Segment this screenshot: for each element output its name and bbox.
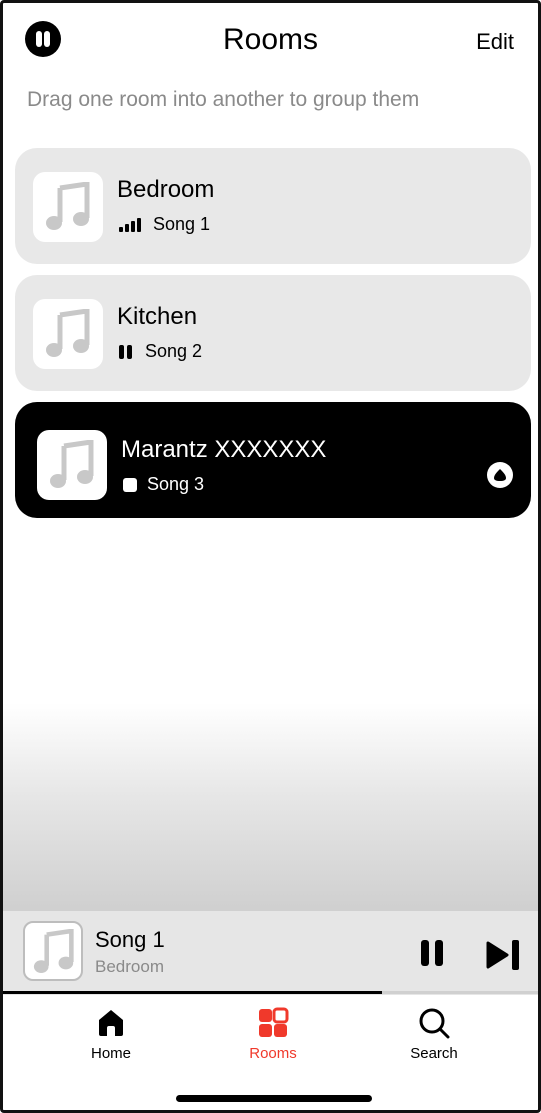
tab-label: Rooms	[249, 1045, 297, 1062]
header: Rooms Edit	[3, 3, 538, 83]
home-indicator	[176, 1095, 372, 1102]
search-icon	[419, 1008, 450, 1039]
now-playing-room: Bedroom	[95, 957, 164, 976]
stop-icon	[123, 477, 137, 492]
room-status: Song 1	[119, 214, 210, 235]
skip-next-icon[interactable]	[485, 939, 521, 976]
album-art	[33, 172, 103, 242]
room-name: Kitchen	[117, 303, 198, 330]
music-note-icon	[46, 182, 90, 230]
background-gradient	[3, 703, 538, 913]
pause-button[interactable]	[421, 940, 447, 966]
tab-label: Home	[90, 1045, 131, 1062]
tab-label: Search	[410, 1045, 458, 1062]
album-art	[23, 921, 83, 981]
song-label: Song 1	[153, 214, 211, 234]
tab-search[interactable]: Search	[374, 1007, 494, 1062]
music-note-icon	[46, 309, 90, 357]
pause-icon	[119, 344, 135, 359]
tab-rooms[interactable]: Rooms	[213, 1007, 333, 1062]
room-card-kitchen[interactable]: Kitchen Song 2	[15, 275, 531, 391]
room-name: Bedroom	[117, 176, 215, 203]
app-screen: Rooms Edit Drag one room into another to…	[0, 0, 541, 1113]
edit-button[interactable]: Edit	[476, 29, 514, 55]
tab-home[interactable]: Home	[51, 1007, 171, 1062]
song-label: Song 2	[145, 341, 203, 361]
room-card-marantz[interactable]: Marantz XXXXXXX Song 3	[15, 402, 531, 518]
music-note-icon	[33, 929, 74, 973]
now-playing-title: Song 1	[95, 927, 165, 952]
home-icon	[99, 1010, 123, 1036]
room-status: Song 2	[119, 341, 202, 362]
now-playing-bar[interactable]: Song 1 Bedroom	[3, 911, 538, 995]
expand-icon[interactable]	[487, 462, 513, 488]
music-note-icon	[50, 440, 94, 488]
page-title: Rooms	[222, 23, 319, 56]
instruction-text: Drag one room into another to group them	[27, 88, 420, 111]
signal-bars-icon	[119, 217, 143, 232]
album-art	[33, 299, 103, 369]
room-card-bedroom[interactable]: Bedroom Song 1	[15, 148, 531, 264]
progress-bar[interactable]	[3, 991, 382, 994]
rooms-grid-icon	[259, 1007, 289, 1037]
album-art	[37, 430, 107, 500]
room-name: Marantz XXXXXXX	[121, 436, 327, 463]
song-label: Song 3	[147, 474, 205, 494]
room-status: Song 3	[123, 474, 204, 495]
